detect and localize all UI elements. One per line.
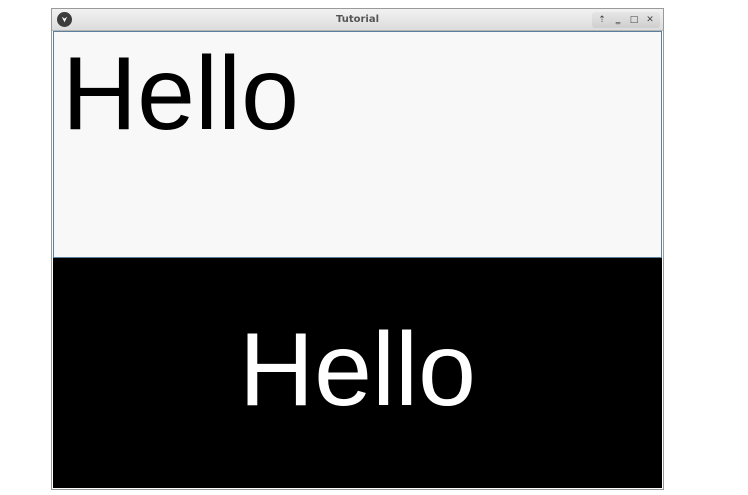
pin-icon[interactable]: ⇡: [595, 13, 609, 27]
maximize-button[interactable]: □: [627, 13, 641, 27]
minimize-button[interactable]: ‗: [611, 13, 625, 27]
window-title: Tutorial: [335, 14, 380, 25]
top-label-pane: Hello: [53, 31, 662, 258]
title-bar[interactable]: Tutorial ⇡ ‗ □ ✕: [52, 9, 663, 31]
bottom-label-pane: Hello: [53, 258, 662, 488]
window-controls: ⇡ ‗ □ ✕: [592, 12, 660, 28]
top-hello-label: Hello: [62, 36, 299, 152]
close-button[interactable]: ✕: [643, 13, 657, 27]
window-content: Hello Hello: [53, 31, 662, 488]
app-window: Tutorial ⇡ ‗ □ ✕ Hello Hello: [51, 8, 664, 490]
bottom-hello-label: Hello: [239, 312, 476, 428]
